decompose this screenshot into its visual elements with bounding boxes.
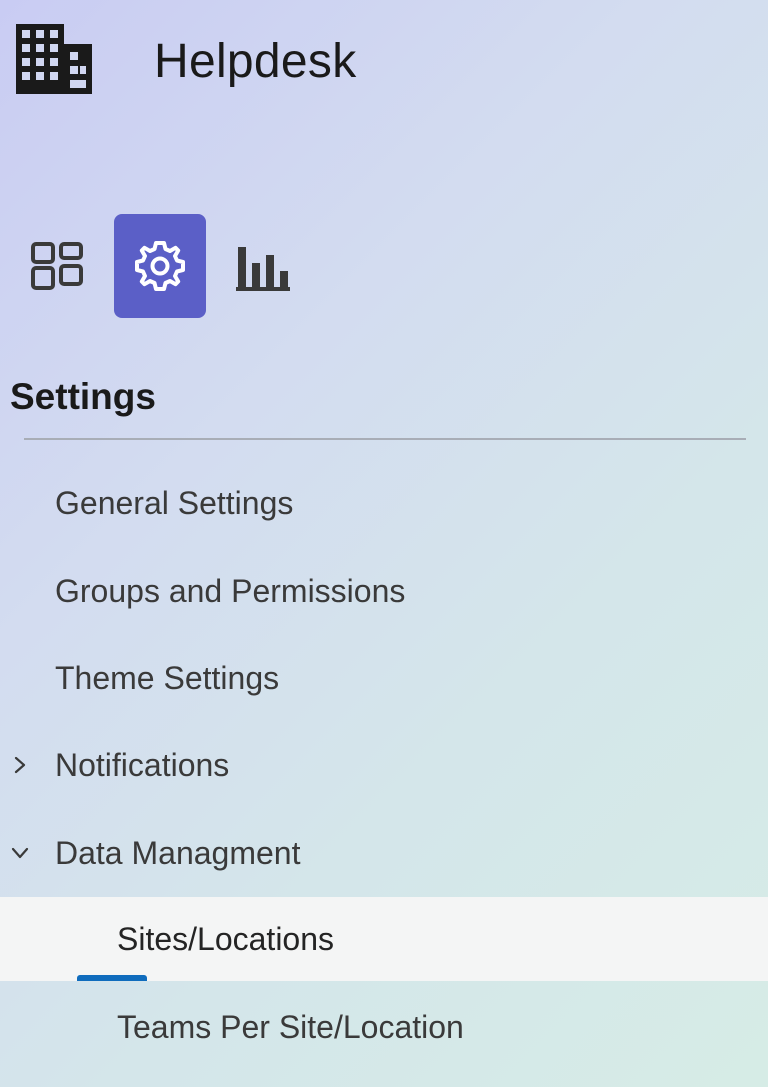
menu-item-label: Sites/Locations: [117, 920, 335, 957]
gear-icon: [135, 241, 185, 291]
app-title: Helpdesk: [154, 35, 357, 88]
menu-item-notifications[interactable]: Notifications: [0, 723, 768, 807]
nav-reports-button[interactable]: [224, 214, 302, 318]
nav-apps-button[interactable]: [18, 214, 96, 318]
menu-item-label: Notifications: [55, 746, 230, 783]
menu-item-sites-locations[interactable]: Sites/Locations: [0, 897, 768, 981]
menu-item-label: Theme Settings: [55, 659, 280, 696]
menu-item-label: Teams Per Site/Location: [117, 1008, 464, 1045]
nav-settings-button[interactable]: [114, 214, 206, 318]
menu-item-label: Data Managment: [55, 834, 301, 871]
menu-item-general-settings[interactable]: General Settings: [0, 461, 768, 545]
menu-item-theme-settings[interactable]: Theme Settings: [0, 636, 768, 720]
menu-item-label: Groups and Permissions: [55, 572, 406, 609]
chevron-down-icon[interactable]: [8, 841, 32, 865]
nav-rail: [18, 214, 320, 318]
chevron-right-icon[interactable]: [8, 753, 32, 777]
menu-item-groups-permissions[interactable]: Groups and Permissions: [0, 549, 768, 633]
selection-indicator: [77, 975, 147, 981]
bar-chart-icon: [236, 247, 290, 291]
divider: [24, 438, 746, 440]
section-title: Settings: [10, 376, 156, 417]
menu-item-data-management[interactable]: Data Managment: [0, 811, 768, 895]
menu-item-label: General Settings: [55, 484, 294, 521]
menu-item-teams-per-site[interactable]: Teams Per Site/Location: [0, 985, 768, 1069]
building-icon: [16, 24, 92, 94]
app-header: [14, 22, 94, 96]
apps-icon: [31, 242, 83, 290]
